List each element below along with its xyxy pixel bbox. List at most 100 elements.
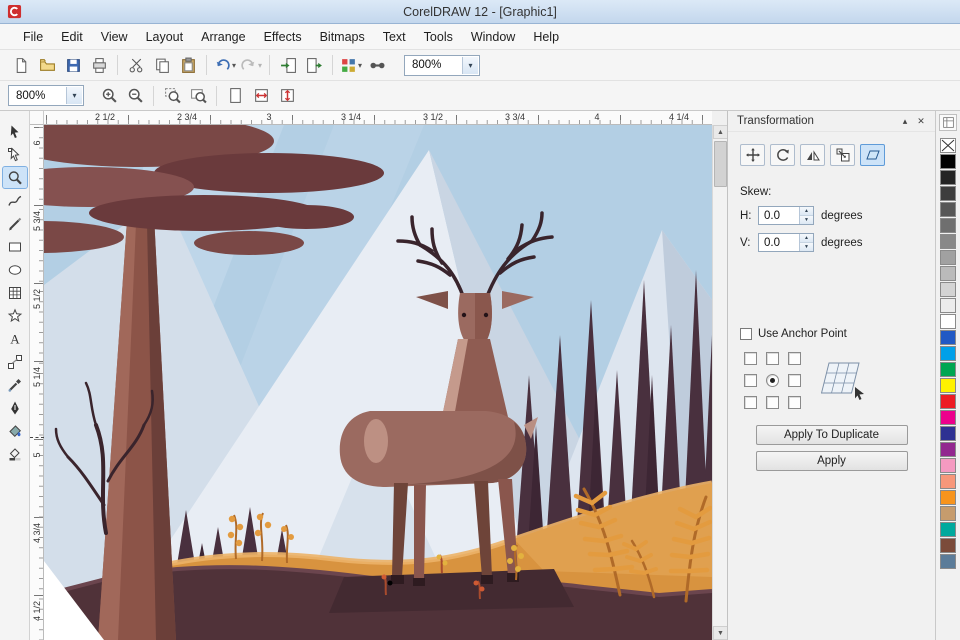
open-button[interactable] xyxy=(34,53,60,77)
application-launcher-button[interactable]: ▾ xyxy=(338,53,364,77)
anchor-point-5[interactable] xyxy=(788,374,801,387)
drawing-canvas[interactable] xyxy=(44,125,712,640)
redo-button-dropdown[interactable]: ▾ xyxy=(258,61,262,70)
position-button[interactable] xyxy=(740,144,765,166)
skew-v-down-button[interactable]: ▼ xyxy=(800,243,813,251)
new-document-button[interactable] xyxy=(8,53,34,77)
undo-button-dropdown[interactable]: ▾ xyxy=(232,61,236,70)
zoom-in-button[interactable] xyxy=(96,84,122,108)
undo-button[interactable]: ▾ xyxy=(212,53,238,77)
outline-tool[interactable] xyxy=(3,397,27,418)
rotation-button[interactable] xyxy=(770,144,795,166)
apply-button[interactable]: Apply xyxy=(756,451,908,471)
apply-to-duplicate-button[interactable]: Apply To Duplicate xyxy=(756,425,908,445)
anchor-point-2[interactable] xyxy=(788,352,801,365)
smart-drawing-tool[interactable] xyxy=(3,213,27,234)
freehand-tool[interactable] xyxy=(3,190,27,211)
save-button[interactable] xyxy=(60,53,86,77)
color-swatch-18[interactable] xyxy=(940,442,956,457)
color-swatch-2[interactable] xyxy=(940,186,956,201)
size-button[interactable] xyxy=(830,144,855,166)
interactive-blend-tool[interactable] xyxy=(3,351,27,372)
application-launcher-button-dropdown[interactable]: ▾ xyxy=(358,61,362,70)
text-tool[interactable]: A xyxy=(3,328,27,349)
docker-close-button[interactable]: ✕ xyxy=(913,113,929,129)
color-swatch-12[interactable] xyxy=(940,346,956,361)
anchor-point-4[interactable] xyxy=(766,374,779,387)
vertical-ruler[interactable]: 65 3/45 1/25 1/454 3/44 1/2 xyxy=(30,125,44,640)
scale-mirror-button[interactable] xyxy=(800,144,825,166)
menu-file[interactable]: File xyxy=(14,24,52,50)
rectangle-tool[interactable] xyxy=(3,236,27,257)
anchor-point-3[interactable] xyxy=(744,374,757,387)
zoom-combo[interactable]: 800% ▾ xyxy=(8,85,84,106)
copy-button[interactable] xyxy=(149,53,175,77)
color-swatch-25[interactable] xyxy=(940,554,956,569)
color-swatch-15[interactable] xyxy=(940,394,956,409)
menu-arrange[interactable]: Arrange xyxy=(192,24,254,50)
print-button[interactable] xyxy=(86,53,112,77)
scroll-up-arrow[interactable]: ▲ xyxy=(713,125,728,139)
menu-view[interactable]: View xyxy=(92,24,137,50)
color-swatch-3[interactable] xyxy=(940,202,956,217)
titlebar[interactable]: CorelDRAW 12 - [Graphic1] xyxy=(0,0,960,24)
chevron-down-icon[interactable]: ▾ xyxy=(462,57,478,74)
graph-paper-tool[interactable] xyxy=(3,282,27,303)
corel-graph-button[interactable] xyxy=(364,53,390,77)
zoom-to-all-objects-button[interactable] xyxy=(185,84,211,108)
color-swatch-20[interactable] xyxy=(940,474,956,489)
anchor-point-0[interactable] xyxy=(744,352,757,365)
color-swatch-23[interactable] xyxy=(940,522,956,537)
menu-layout[interactable]: Layout xyxy=(137,24,193,50)
zoom-to-selection-button[interactable] xyxy=(159,84,185,108)
color-swatch-16[interactable] xyxy=(940,410,956,425)
basic-shapes-tool[interactable] xyxy=(3,305,27,326)
vertical-scrollbar[interactable]: ▲ ▼ xyxy=(712,125,727,640)
shape-tool[interactable] xyxy=(3,144,27,165)
color-swatch-14[interactable] xyxy=(940,378,956,393)
use-anchor-point-checkbox[interactable] xyxy=(740,328,752,340)
zoom-to-page-width-button[interactable] xyxy=(248,84,274,108)
menu-window[interactable]: Window xyxy=(462,24,524,50)
color-swatch-11[interactable] xyxy=(940,330,956,345)
zoom-levels-combo[interactable]: 800% ▾ xyxy=(404,55,480,76)
menu-text[interactable]: Text xyxy=(374,24,415,50)
menu-help[interactable]: Help xyxy=(524,24,568,50)
color-swatch-8[interactable] xyxy=(940,282,956,297)
color-swatch-22[interactable] xyxy=(940,506,956,521)
import-button[interactable] xyxy=(275,53,301,77)
menu-effects[interactable]: Effects xyxy=(255,24,311,50)
export-button[interactable] xyxy=(301,53,327,77)
anchor-point-6[interactable] xyxy=(744,396,757,409)
color-swatch-19[interactable] xyxy=(940,458,956,473)
color-swatch-17[interactable] xyxy=(940,426,956,441)
no-color-swatch[interactable] xyxy=(940,138,956,153)
skew-button[interactable] xyxy=(860,144,885,166)
anchor-point-7[interactable] xyxy=(766,396,779,409)
zoom-out-button[interactable] xyxy=(122,84,148,108)
cut-button[interactable] xyxy=(123,53,149,77)
scroll-down-arrow[interactable]: ▼ xyxy=(713,626,728,640)
color-swatch-5[interactable] xyxy=(940,234,956,249)
menu-edit[interactable]: Edit xyxy=(52,24,92,50)
horizontal-ruler[interactable]: 2 1/22 3/433 1/43 1/23 3/444 1/4 xyxy=(44,111,712,125)
color-swatch-13[interactable] xyxy=(940,362,956,377)
color-swatch-7[interactable] xyxy=(940,266,956,281)
color-swatch-6[interactable] xyxy=(940,250,956,265)
menu-tools[interactable]: Tools xyxy=(415,24,462,50)
skew-h-down-button[interactable]: ▼ xyxy=(800,216,813,224)
skew-v-up-button[interactable]: ▲ xyxy=(800,234,813,243)
color-swatch-1[interactable] xyxy=(940,170,956,185)
menu-bitmaps[interactable]: Bitmaps xyxy=(311,24,374,50)
anchor-point-1[interactable] xyxy=(766,352,779,365)
eyedropper-tool[interactable] xyxy=(3,374,27,395)
paste-button[interactable] xyxy=(175,53,201,77)
chevron-down-icon[interactable]: ▾ xyxy=(66,87,82,104)
color-swatch-21[interactable] xyxy=(940,490,956,505)
anchor-point-8[interactable] xyxy=(788,396,801,409)
zoom-tool[interactable] xyxy=(3,167,27,188)
scrollbar-thumb[interactable] xyxy=(714,141,727,187)
fill-tool[interactable] xyxy=(3,420,27,441)
zoom-to-page-height-button[interactable] xyxy=(274,84,300,108)
zoom-to-page-button[interactable] xyxy=(222,84,248,108)
